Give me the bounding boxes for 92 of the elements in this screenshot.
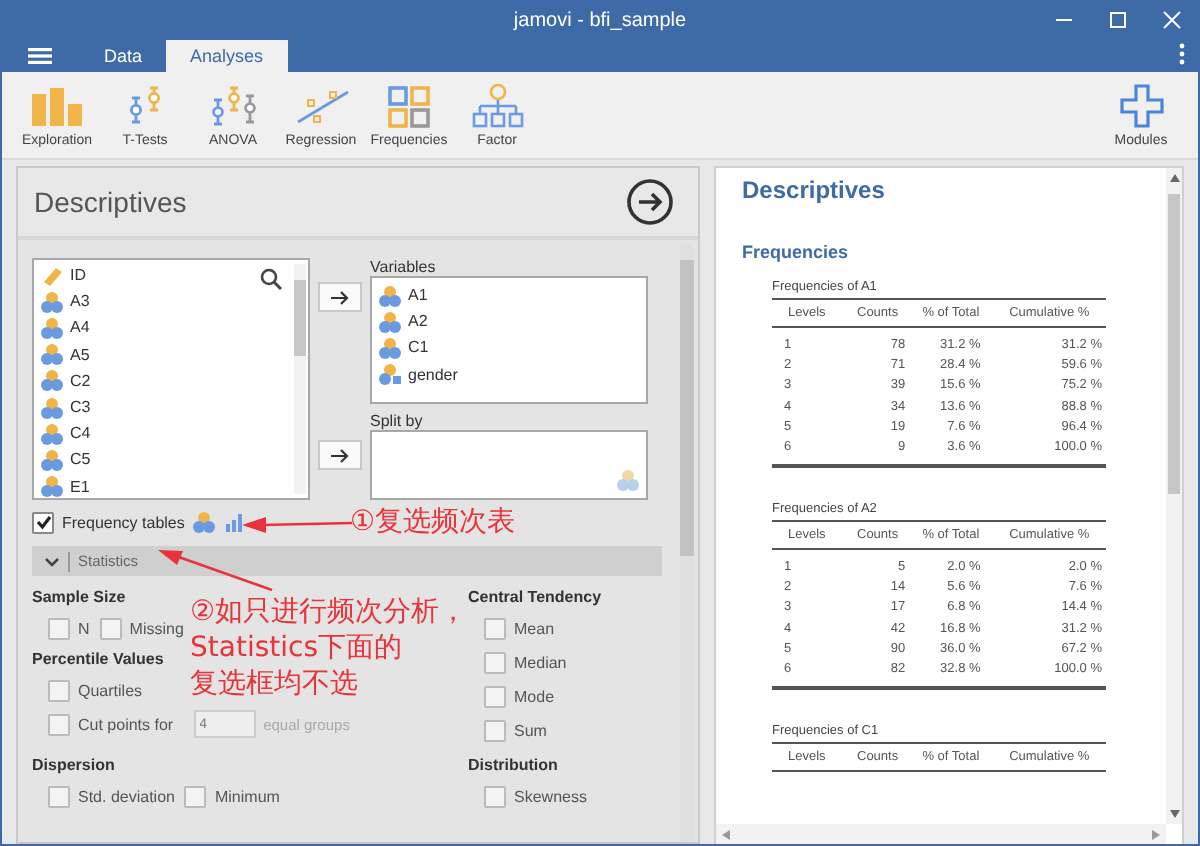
right-arrow-icon (330, 289, 350, 305)
ordinal-variable-icon (40, 421, 64, 446)
tag-icon (40, 263, 64, 288)
scroll-down-icon (1169, 810, 1179, 818)
chevron-down-icon (44, 555, 60, 567)
checkbox[interactable] (48, 679, 70, 701)
ordinal-variable-icon (40, 447, 64, 472)
ordinal-variable-icon (40, 342, 64, 367)
nominal-variable-icon (378, 362, 402, 387)
checkbox-label: Missing (129, 619, 184, 637)
ordinal-variable-icon (40, 395, 64, 420)
checkbox[interactable] (484, 685, 506, 707)
variable-item[interactable]: C2 (34, 367, 308, 394)
menu-icon (28, 46, 52, 66)
checkbox[interactable] (99, 617, 122, 639)
checkbox-label: Frequency tables (62, 513, 185, 531)
group-heading: Percentile Values (32, 650, 166, 668)
checkbox-label: Mode (514, 687, 555, 705)
scroll-up-icon (1169, 174, 1179, 182)
tab[interactable]: Data (80, 40, 167, 72)
group-heading: Central Tendency (468, 588, 604, 606)
checkbox[interactable] (48, 617, 70, 639)
results-heading: Descriptives (742, 176, 885, 204)
annotation-arrow (242, 514, 354, 534)
variable-item[interactable]: gender (372, 361, 646, 388)
check-icon (35, 514, 51, 530)
move-right-button[interactable] (318, 282, 362, 312)
group-heading: Dispersion (32, 756, 117, 774)
variable-item[interactable]: A3 (34, 288, 308, 315)
ordinal-variable-icon (40, 289, 64, 314)
ordinal-variable-icon (40, 474, 64, 498)
variable-item[interactable]: C1 (372, 334, 646, 362)
variable-item[interactable]: A2 (372, 308, 646, 335)
checkbox-label: Std. deviation (78, 787, 175, 805)
variable-item[interactable]: A5 (34, 341, 308, 368)
close-icon (1162, 10, 1182, 30)
checkbox[interactable] (484, 651, 506, 673)
right-arrow-icon (330, 447, 350, 463)
variable-item[interactable]: A1 (372, 282, 646, 309)
scroll-right-icon (1152, 829, 1160, 839)
ordinal-variable-icon (378, 283, 402, 308)
checkbox-label: Cut points for (78, 715, 174, 733)
variable-item[interactable]: A4 (34, 314, 308, 342)
checkbox-label: Median (514, 653, 567, 671)
variable-item[interactable]: C3 (34, 393, 308, 421)
more-options-icon (1178, 42, 1186, 66)
maximize-icon (1108, 10, 1128, 30)
ordinal-variable-icon (192, 510, 217, 534)
checkbox-label: Mean (514, 619, 555, 637)
tree-diagram-icon (467, 82, 527, 130)
group-heading: Sample Size (32, 588, 128, 606)
variable-item[interactable]: C5 (34, 446, 308, 473)
checkbox-label: Skewness (514, 787, 587, 805)
group-heading: Distribution (468, 756, 560, 774)
ordinal-variable-icon (40, 315, 64, 340)
search-icon (260, 268, 282, 290)
bar-chart-icon (224, 512, 245, 532)
annotation-text: ②如只进行频次分析， Statistics下面的 复选框均不选 (190, 594, 468, 702)
checkbox-label: Sum (514, 721, 547, 739)
variables-box[interactable]: A1 A2 C1 gender (370, 276, 648, 404)
variable-item[interactable]: E1 (34, 473, 308, 498)
checkbox[interactable] (32, 511, 54, 533)
ordinal-variable-icon (378, 309, 402, 334)
checkbox[interactable] (48, 713, 70, 735)
checkbox[interactable] (48, 785, 70, 807)
field-label: Variables (370, 258, 438, 276)
checkbox[interactable] (484, 617, 506, 639)
field-label: Split by (370, 412, 425, 430)
section-heading: Frequencies (742, 242, 849, 262)
ordinal-variable-icon (378, 335, 402, 360)
checkbox-label: N (78, 619, 90, 637)
checkbox[interactable] (484, 785, 506, 807)
window-title: jamovi - bfi_sample (513, 9, 687, 31)
checkbox-label: Minimum (214, 787, 280, 805)
scrollbar[interactable] (1166, 168, 1182, 824)
ordinal-variable-icon (40, 368, 64, 393)
panel-title: Descriptives (34, 186, 187, 218)
tab[interactable]: Analyses (166, 40, 288, 72)
checkbox-label: Quartiles (78, 681, 143, 699)
annotation-text: ①复选频次表 (350, 504, 516, 540)
annotation-arrow (158, 548, 274, 592)
scrollbar[interactable] (294, 264, 306, 494)
move-right-button[interactable] (318, 440, 362, 470)
scrollbar[interactable] (680, 244, 694, 842)
variable-item[interactable]: ID (34, 262, 308, 289)
bar-chart-icon (27, 82, 87, 130)
variable-types-icon (616, 468, 640, 492)
variable-item[interactable]: C4 (34, 420, 308, 447)
checkbox[interactable] (484, 719, 506, 741)
scroll-left-icon (722, 829, 730, 839)
scrollbar[interactable] (716, 824, 1166, 844)
checkbox[interactable] (184, 785, 207, 807)
